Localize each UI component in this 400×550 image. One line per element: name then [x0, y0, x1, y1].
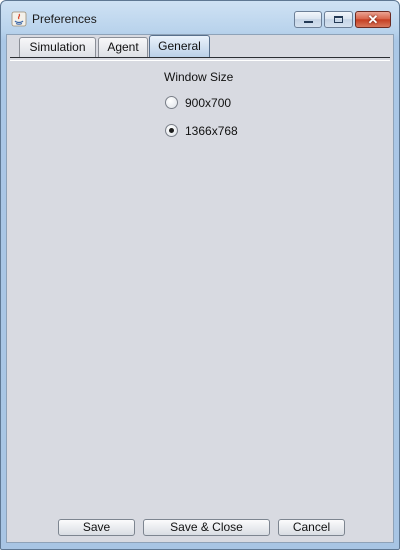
- maximize-button[interactable]: [324, 11, 353, 28]
- save-and-close-button[interactable]: Save & Close: [143, 519, 270, 536]
- tab-general[interactable]: General: [149, 35, 210, 58]
- preferences-panel: Simulation Agent General Window Size 900…: [6, 34, 394, 543]
- minimize-icon: [304, 21, 313, 23]
- cancel-button[interactable]: Cancel: [278, 519, 345, 536]
- tab-divider: [10, 57, 390, 61]
- tab-agent[interactable]: Agent: [98, 37, 148, 58]
- minimize-button[interactable]: [294, 11, 322, 28]
- window-size-label: Window Size: [164, 70, 234, 84]
- maximize-icon: [334, 16, 343, 23]
- radio-label: 1366x768: [185, 124, 238, 138]
- radio-label: 900x700: [185, 96, 232, 110]
- radio-button-selected[interactable]: [165, 124, 178, 137]
- close-button[interactable]: ✕: [355, 11, 391, 28]
- radio-selected-dot: [169, 128, 174, 133]
- radio-button[interactable]: [165, 96, 178, 109]
- window-title: Preferences: [32, 12, 97, 26]
- preferences-window: Preferences ✕ Simulation Agent General W…: [0, 0, 400, 550]
- title-bar[interactable]: Preferences ✕: [1, 1, 399, 35]
- close-icon: ✕: [367, 12, 379, 27]
- save-button[interactable]: Save: [58, 519, 135, 536]
- java-icon: [11, 11, 27, 27]
- tab-simulation[interactable]: Simulation: [19, 37, 96, 58]
